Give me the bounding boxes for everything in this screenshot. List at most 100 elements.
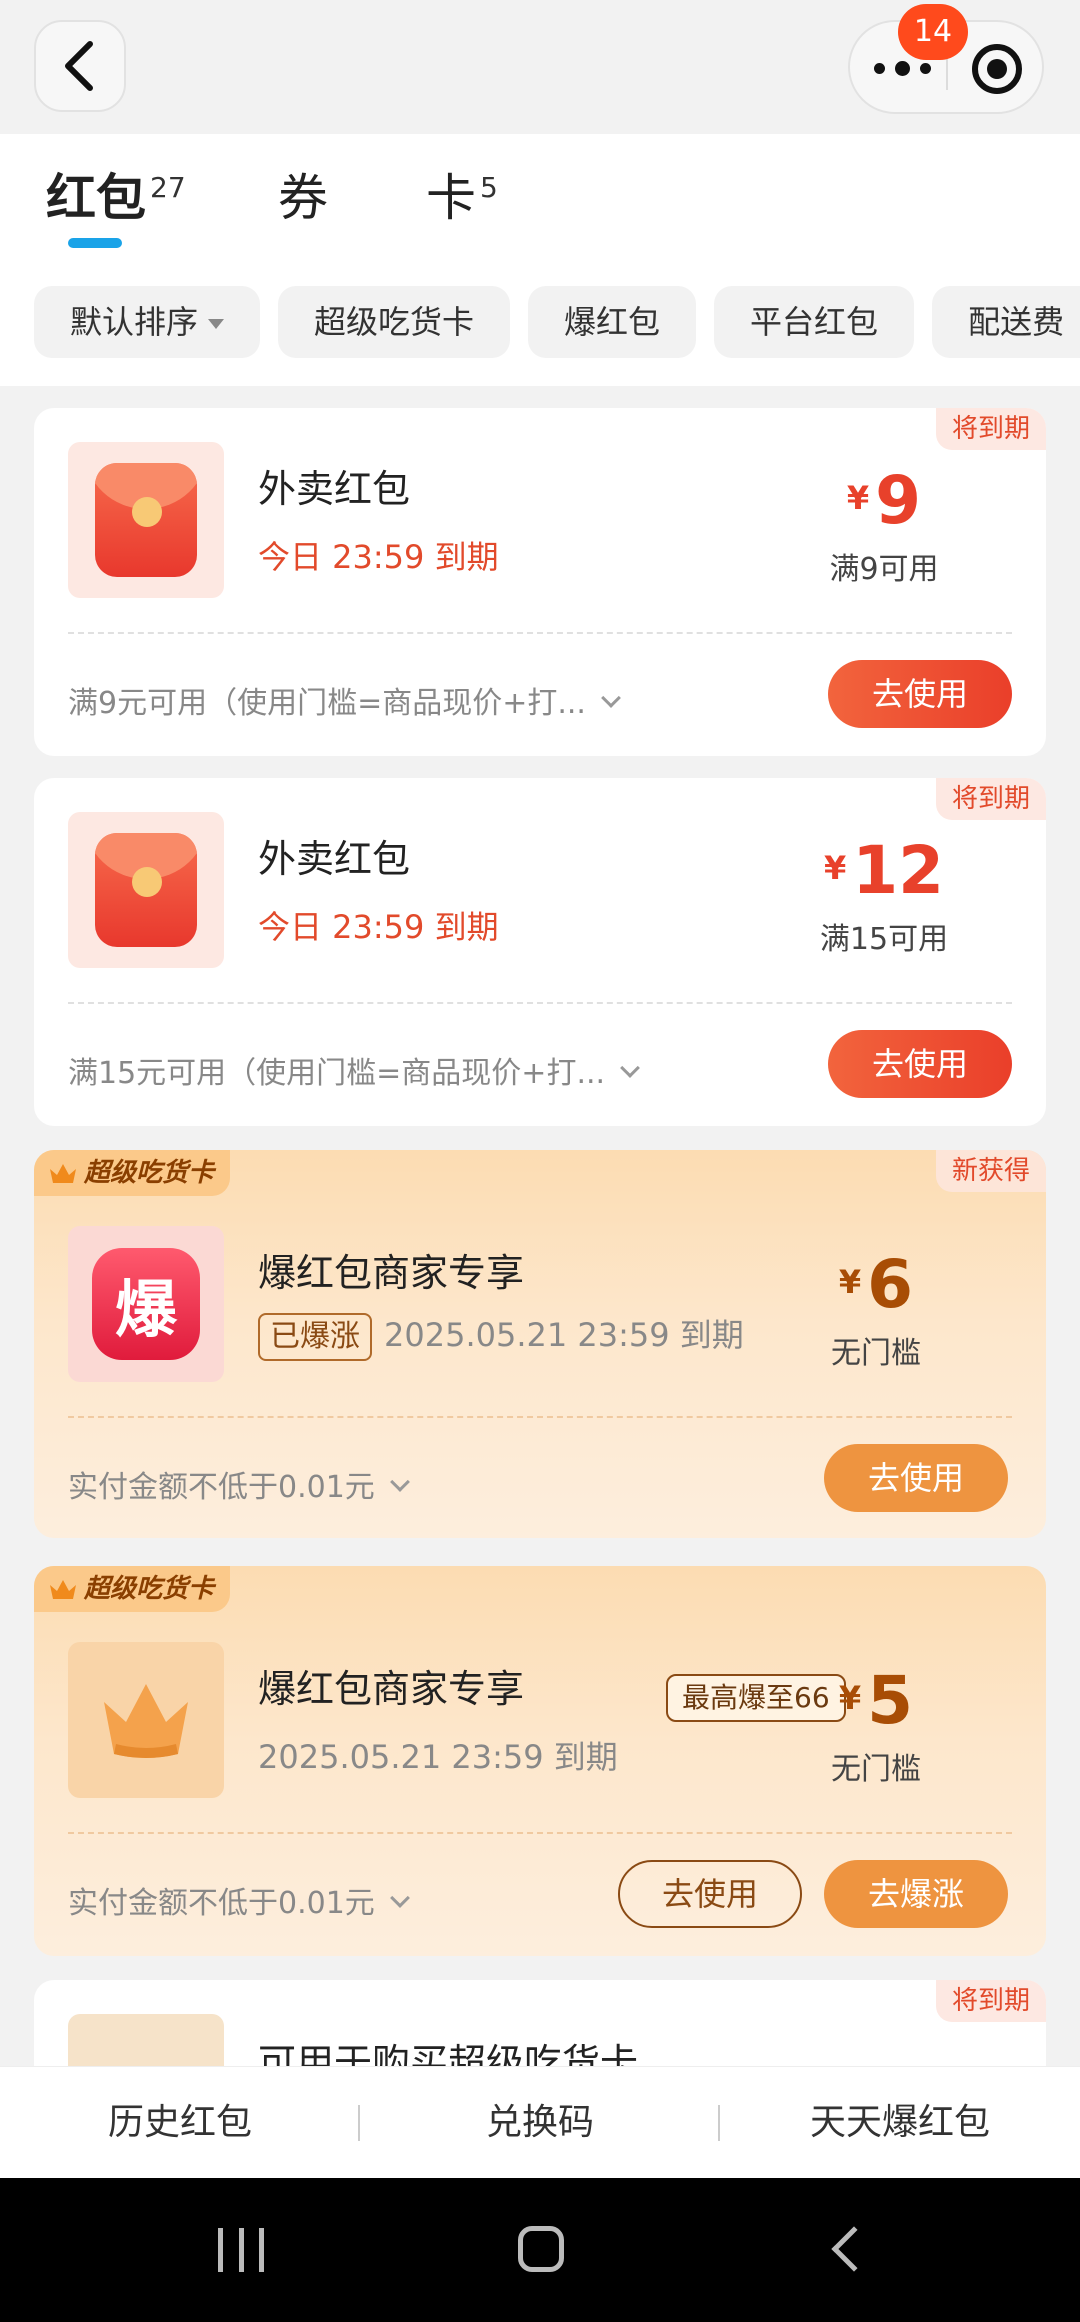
- expire-text: 今日 23:59 到期: [258, 908, 499, 946]
- usage-description-text: 满9元可用（使用门槛=商品现价+打...: [68, 686, 586, 721]
- condition-text: 无门槛: [831, 1336, 921, 1371]
- crown-icon: [50, 1580, 76, 1599]
- hongbao-thumbnail: [68, 812, 224, 968]
- usage-description[interactable]: 满15元可用（使用门槛=商品现价+打...: [68, 1048, 640, 1092]
- daily-boom-hongbao-link[interactable]: 天天爆红包: [720, 2067, 1080, 2179]
- super-card-tag: 超级吃货卡: [34, 1150, 231, 1196]
- system-back-icon[interactable]: [831, 2226, 877, 2272]
- tab-label: 红包: [46, 169, 146, 227]
- condition-text: 无门槛: [831, 1752, 921, 1787]
- usage-description-text: 满15元可用（使用门槛=商品现价+打...: [68, 1056, 606, 1091]
- use-button[interactable]: 去使用: [618, 1860, 802, 1928]
- expire-date: 2025.05.21 23:59 到期: [384, 1316, 744, 1354]
- active-tab-indicator: [68, 238, 122, 248]
- price: ¥5: [756, 1662, 996, 1739]
- usage-description-text: 实付金额不低于0.01元: [68, 1886, 375, 1921]
- card-title: 外卖红包: [258, 467, 411, 511]
- usage-description-text: 实付金额不低于0.01元: [68, 1470, 375, 1505]
- card-title: 外卖红包: [258, 837, 411, 881]
- dashed-divider: [68, 1002, 1012, 1004]
- hongbao-card: 将到期 可用于购买超级吃货卡: [34, 1980, 1046, 2066]
- card-title: 爆红包商家专享: [258, 1251, 525, 1295]
- back-button[interactable]: [34, 20, 126, 112]
- home-icon[interactable]: [518, 2226, 564, 2272]
- boost-button[interactable]: 去爆涨: [824, 1860, 1008, 1928]
- currency-symbol: ¥: [846, 479, 870, 517]
- expire-text: 今日 23:59 到期: [258, 538, 499, 576]
- filter-platform-hongbao[interactable]: 平台红包: [714, 286, 915, 358]
- super-card-tag-label: 超级吃货卡: [84, 1158, 215, 1188]
- history-hongbao-link[interactable]: 历史红包: [0, 2067, 360, 2179]
- filter-super-card[interactable]: 超级吃货卡: [278, 286, 511, 358]
- hongbao-card: 将到期 外卖红包 今日 23:59 到期 ¥12 满15可用 满15元可用（使用…: [34, 778, 1046, 1126]
- hongbao-card: 将到期 外卖红包 今日 23:59 到期 ¥9 满9可用 满9元可用（使用门槛=…: [34, 408, 1046, 756]
- boom-icon: 爆: [92, 1248, 200, 1360]
- filter-label: 平台红包: [750, 303, 879, 341]
- amount: 12: [852, 832, 945, 909]
- filter-label: 默认排序: [70, 303, 199, 341]
- new-tag: 新获得: [935, 1150, 1046, 1192]
- close-target-icon[interactable]: [972, 44, 1022, 94]
- card-thumbnail: [68, 2014, 224, 2066]
- recent-apps-icon[interactable]: [218, 2228, 264, 2272]
- expiring-tag: 将到期: [935, 408, 1046, 450]
- use-button[interactable]: 去使用: [828, 1030, 1012, 1098]
- price: ¥6: [756, 1246, 996, 1323]
- tab-hongbao[interactable]: 红包 27: [46, 158, 186, 230]
- filter-boom-hongbao[interactable]: 爆红包: [528, 286, 697, 358]
- system-navigation-bar: [0, 2178, 1080, 2322]
- chevron-down-icon: [389, 1888, 410, 1908]
- dashed-divider: [68, 1416, 1012, 1418]
- card-title: 可用于购买超级吃货卡: [258, 2041, 639, 2066]
- filter-sort[interactable]: 默认排序: [34, 286, 261, 358]
- chevron-down-icon: [601, 688, 621, 708]
- red-envelope-icon: [95, 463, 197, 577]
- chevron-down-icon: [620, 1058, 640, 1078]
- usage-description[interactable]: 实付金额不低于0.01元: [68, 1878, 410, 1922]
- dashed-divider: [68, 632, 1012, 634]
- tab-coupon[interactable]: 券: [278, 158, 328, 230]
- amount: 5: [867, 1662, 914, 1739]
- tab-label: 卡: [426, 169, 476, 227]
- filter-label: 爆红包: [564, 303, 661, 341]
- expiring-tag: 将到期: [935, 778, 1046, 820]
- tab-card[interactable]: 卡5: [426, 158, 498, 230]
- use-button[interactable]: 去使用: [828, 660, 1012, 728]
- crown-icon: [104, 1684, 188, 1758]
- currency-symbol: ¥: [823, 849, 847, 887]
- filter-chips: 默认排序 超级吃货卡 爆红包 平台红包 配送费: [34, 286, 1080, 358]
- chevron-down-icon: [389, 1472, 410, 1492]
- caret-down-icon: [208, 319, 225, 329]
- crown-thumbnail: [68, 1642, 224, 1798]
- tab-count: 27: [150, 171, 186, 205]
- tabs-area: 红包 27 券 卡5 默认排序 超级吃货卡 爆红包 平台红包 配送费: [0, 134, 1080, 386]
- bottom-action-bar: 历史红包 兑换码 天天爆红包: [0, 2066, 1080, 2178]
- usage-description[interactable]: 实付金额不低于0.01元: [68, 1462, 410, 1506]
- tab-count: 5: [480, 171, 498, 205]
- chevron-left-icon: [65, 41, 93, 91]
- expire-text: 已爆涨 2025.05.21 23:59 到期: [258, 1310, 744, 1361]
- filter-delivery-fee[interactable]: 配送费: [932, 286, 1080, 358]
- expiring-tag: 将到期: [935, 1980, 1046, 2022]
- super-card-tag: 超级吃货卡: [34, 1566, 231, 1612]
- hongbao-thumbnail: 爆: [68, 1226, 224, 1382]
- tab-label: 券: [278, 169, 328, 227]
- usage-description[interactable]: 满9元可用（使用门槛=商品现价+打...: [68, 678, 621, 722]
- top-bar: 14: [0, 0, 1080, 134]
- super-card-hongbao: 超级吃货卡 新获得 爆 爆红包商家专享 已爆涨 2025.05.21 23:59 …: [34, 1150, 1046, 1538]
- filter-label: 配送费: [968, 303, 1065, 341]
- price: ¥9: [764, 462, 1004, 539]
- redeem-code-link[interactable]: 兑换码: [360, 2067, 720, 2179]
- notification-badge: 14: [898, 4, 968, 60]
- expire-text: 2025.05.21 23:59 到期: [258, 1738, 618, 1776]
- use-button[interactable]: 去使用: [824, 1444, 1008, 1512]
- card-title: 爆红包商家专享: [258, 1667, 525, 1711]
- dashed-divider: [68, 1832, 1012, 1834]
- super-card-hongbao: 超级吃货卡 爆红包商家专享 最高爆至66 2025.05.21 23:59 到期…: [34, 1566, 1046, 1956]
- boomed-tag: 已爆涨: [258, 1313, 372, 1361]
- condition-text: 满15可用: [819, 922, 949, 957]
- condition-text: 满9可用: [829, 552, 939, 587]
- crown-icon: [50, 1164, 76, 1183]
- price: ¥12: [764, 832, 1004, 909]
- currency-symbol: ¥: [838, 1679, 862, 1717]
